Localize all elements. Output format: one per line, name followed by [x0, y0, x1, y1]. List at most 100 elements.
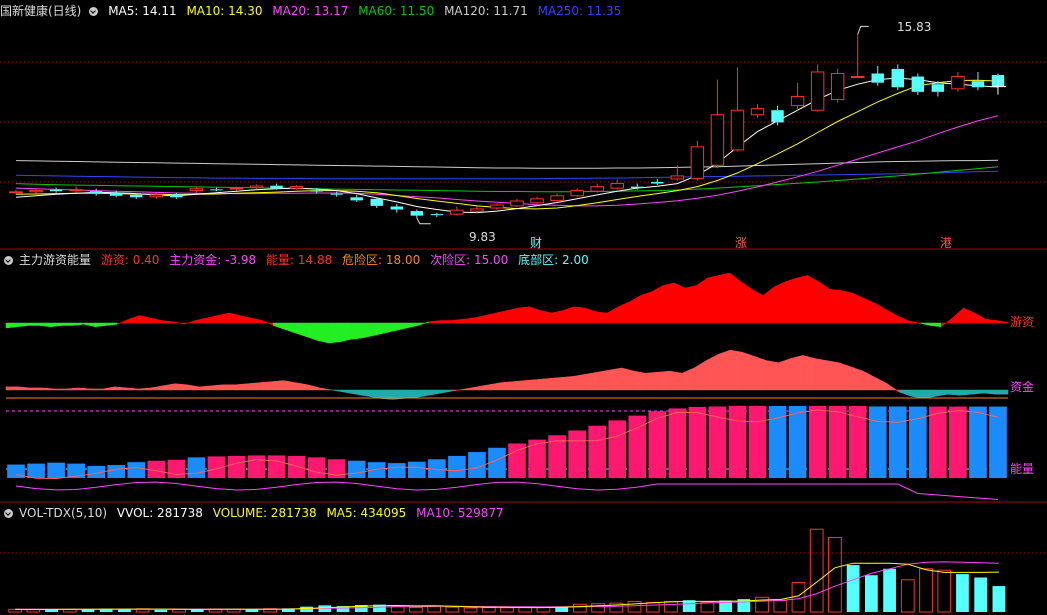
energy-bar: [247, 455, 266, 478]
youzi-area: [584, 307, 597, 324]
event-marker-zhang[interactable]: 涨: [735, 236, 747, 250]
youzi-area: [740, 281, 753, 324]
candle-body: [350, 197, 363, 201]
candle-body: [430, 214, 444, 216]
zijin-area: [524, 379, 538, 391]
volume-header: VOL-TDX(5,10) VVOL: 281738 VOLUME: 28173…: [0, 504, 510, 522]
weixianqu-label: 危险区: 18.00: [342, 253, 421, 267]
youzi-area: [640, 291, 652, 324]
youzi-area: [428, 320, 441, 324]
energy-bar: [588, 425, 606, 478]
zijin-area: [476, 384, 490, 391]
candle-body: [931, 84, 945, 92]
zijin-area: [850, 366, 864, 391]
zijin-area: [585, 371, 598, 391]
candle-body: [170, 194, 183, 198]
energy-bar: [688, 406, 707, 478]
main-header: 国新健康(日线) MA5: 14.11 MA10: 14.30 MA20: 13…: [0, 2, 627, 20]
youzi-area: [807, 275, 819, 324]
volume-bar: [26, 609, 41, 613]
candle-body: [270, 185, 283, 189]
expand-icon[interactable]: [4, 509, 13, 518]
volume-bar: [409, 606, 423, 613]
zijin-area: [404, 389, 417, 399]
volume-bar: [956, 574, 969, 612]
candle-body: [830, 73, 845, 100]
energy-bar: [307, 457, 326, 478]
high-pointer: [857, 25, 869, 35]
youzi-area: [306, 322, 318, 341]
ciweixianqu-label: 次险区: 15.00: [430, 253, 509, 267]
volume-bar: [481, 607, 496, 613]
candle-body: [530, 198, 544, 204]
energy-bars: [7, 406, 1007, 500]
youzi-area: [39, 322, 51, 328]
youzi-area: [105, 322, 118, 326]
vol-ma10-label: MA10: 529877: [416, 506, 504, 520]
youzi-area: [818, 281, 831, 324]
candle-body: [810, 71, 825, 111]
zijin-area: [693, 360, 707, 391]
high-price-label: 15.83: [897, 20, 932, 34]
volume-label: VOLUME: 281738: [212, 506, 317, 520]
energy-bar: [748, 406, 767, 478]
zijin-area: [114, 386, 127, 391]
volume-bar: [974, 577, 988, 612]
candle-body: [89, 191, 103, 194]
zijin-area: [645, 371, 659, 391]
youzi-area: [350, 322, 363, 340]
zijin-area: [343, 389, 357, 395]
zijin-area: [669, 370, 683, 391]
zijin-area: [54, 388, 67, 391]
candle-body: [450, 209, 464, 215]
youzi-area: [61, 322, 74, 326]
youzi-area: [206, 315, 218, 324]
candle-body: [189, 188, 204, 192]
expand-icon[interactable]: [4, 256, 13, 265]
candle-body: [310, 190, 323, 192]
event-marker-cai[interactable]: 财: [530, 236, 542, 250]
event-marker-gang[interactable]: 港: [940, 236, 952, 250]
zijin-area: [102, 386, 115, 391]
candle-body: [550, 195, 564, 201]
zijin-area: [66, 387, 79, 391]
candle-body: [750, 108, 765, 116]
zijin-area: [838, 362, 852, 391]
candle-body: [390, 206, 403, 210]
dibuqu-label: 底部区: 2.00: [518, 253, 589, 267]
nengliang-label: 能量: 14.88: [266, 253, 333, 267]
ma60-label: MA60: 11.50: [358, 4, 435, 18]
youzi-area: [851, 292, 864, 324]
vol-ma5-label: MA5: 434095: [326, 506, 407, 520]
energy-bar: [728, 406, 747, 478]
youzi-area: [529, 306, 541, 324]
zijin-area: [355, 389, 369, 397]
candle-body: [891, 68, 904, 88]
energy-bar: [448, 455, 466, 478]
candle-body: [670, 175, 685, 180]
zijin-area: [754, 356, 767, 391]
energy-bar: [568, 430, 586, 478]
volume-bar: [245, 609, 259, 612]
youzi-area: [863, 297, 875, 324]
energy-bar: [107, 465, 126, 478]
candle-body: [110, 192, 123, 196]
ma10-label: MA10: 14.30: [186, 4, 263, 18]
youzi-area: [874, 302, 886, 324]
zijin-area: [923, 389, 936, 399]
youzi-area: [384, 322, 396, 334]
expand-icon[interactable]: [89, 7, 99, 16]
zijin-area: [440, 389, 453, 394]
volume-bar: [463, 607, 478, 613]
energy-bar: [387, 463, 406, 478]
ma10-line: [15, 79, 999, 210]
youzi-area: [684, 285, 697, 324]
zijin-area: [705, 353, 719, 391]
volume-bar: [919, 568, 933, 613]
energy-bar: [929, 406, 947, 478]
volume-bar: [154, 609, 168, 612]
youzi-area: [952, 307, 964, 324]
candle-body: [971, 81, 985, 88]
zijin-area: [319, 387, 332, 391]
zijin-area: [911, 389, 924, 399]
